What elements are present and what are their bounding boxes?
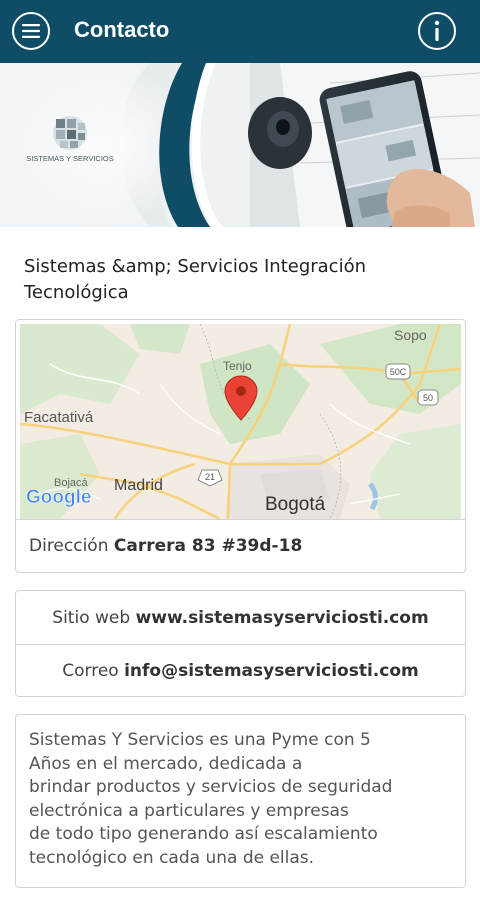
- app-bar: Contacto: [0, 0, 480, 63]
- website-row[interactable]: Sitio web www.sistemasyserviciosti.com: [16, 591, 465, 644]
- svg-text:50C: 50C: [390, 367, 407, 377]
- google-attribution: Google: [26, 487, 91, 508]
- svg-text:SISTEMAS Y SERVICIOS: SISTEMAS Y SERVICIOS: [26, 154, 114, 163]
- location-map[interactable]: 50C 50 21 Sopo Tenjo Facatativá Bojacá M…: [20, 324, 461, 519]
- hamburger-menu-icon[interactable]: [12, 12, 50, 50]
- info-icon[interactable]: [418, 12, 456, 50]
- address-row: Dirección Carrera 83 #39d-18: [16, 519, 465, 572]
- svg-text:Facatativá: Facatativá: [24, 409, 94, 426]
- svg-text:Madrid: Madrid: [114, 477, 163, 494]
- svg-text:Tenjo: Tenjo: [223, 359, 252, 373]
- contact-card: Sitio web www.sistemasyserviciosti.com C…: [15, 590, 466, 697]
- website-label: Sitio web: [52, 607, 131, 628]
- svg-text:Sopo: Sopo: [394, 327, 427, 343]
- address-label: Dirección: [29, 536, 109, 556]
- company-description: Sistemas Y Servicios es una Pyme con 5 A…: [29, 730, 393, 868]
- location-card: 50C 50 21 Sopo Tenjo Facatativá Bojacá M…: [15, 319, 466, 573]
- description-card: Sistemas Y Servicios es una Pyme con 5 A…: [15, 714, 466, 888]
- svg-text:50: 50: [423, 393, 433, 403]
- address-value: Carrera 83 #39d-18: [113, 536, 303, 556]
- svg-text:Bogotá: Bogotá: [265, 494, 326, 515]
- company-name: Sistemas &amp; Servicios Integración Tec…: [24, 256, 366, 303]
- page-title: Contacto: [74, 17, 170, 42]
- header-banner: SISTEMAS Y SERVICIOS: [0, 63, 480, 227]
- email-row[interactable]: Correo info@sistemasyserviciosti.com: [16, 644, 465, 696]
- email-link[interactable]: info@sistemasyserviciosti.com: [124, 661, 419, 681]
- website-link[interactable]: www.sistemasyserviciosti.com: [136, 608, 429, 628]
- email-label: Correo: [62, 661, 119, 681]
- svg-text:21: 21: [205, 472, 215, 482]
